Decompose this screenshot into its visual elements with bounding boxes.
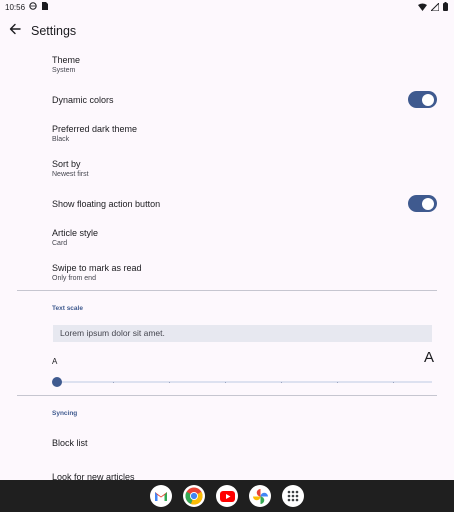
- slider-thumb[interactable]: [52, 377, 62, 387]
- text-scale-sample: Lorem ipsum dolor sit amet.: [53, 325, 432, 342]
- photos-icon[interactable]: [249, 485, 271, 507]
- section-header-text-scale: Text scale: [52, 305, 83, 312]
- wifi-icon: [418, 3, 427, 13]
- pref-title: Sort by: [52, 159, 81, 169]
- large-a-label: A: [424, 349, 435, 366]
- pref-summary: Black: [52, 136, 70, 143]
- text-scale-slider[interactable]: [52, 376, 432, 388]
- pref-title: Preferred dark theme: [52, 124, 138, 134]
- pref-summary: Card: [52, 240, 68, 247]
- pref-summary: Newest first: [52, 171, 89, 178]
- pref-title: Block list: [52, 438, 88, 448]
- slider-tick: [393, 381, 394, 383]
- pref-title: Show floating action button: [52, 199, 161, 209]
- switch-knob: [422, 93, 434, 106]
- pref-swipe[interactable]: Swipe to mark as read Only from end: [52, 263, 442, 284]
- slider-tick: [225, 381, 226, 383]
- signal-icon: [429, 1, 440, 13]
- switch-knob: [422, 197, 434, 210]
- fab-switch[interactable]: [408, 195, 437, 212]
- status-left: 10:56: [5, 2, 49, 12]
- small-a-label: A: [52, 357, 58, 366]
- slider-tick: [337, 381, 338, 383]
- pref-block-list[interactable]: Block list: [52, 438, 442, 449]
- pref-title: Swipe to mark as read: [52, 263, 142, 273]
- youtube-icon[interactable]: [216, 485, 238, 507]
- vpn-icon: [29, 2, 37, 12]
- slider-tick: [281, 381, 282, 383]
- slider-tick: [169, 381, 170, 383]
- pref-summary: System: [52, 67, 76, 74]
- section-header-syncing: Syncing: [52, 410, 78, 417]
- page-title: Settings: [31, 24, 77, 38]
- status-right: [418, 1, 448, 13]
- pref-fab[interactable]: Show floating action button: [52, 199, 442, 210]
- dynamic-colors-switch[interactable]: [408, 91, 437, 108]
- taskbar: [0, 480, 454, 512]
- chrome-icon[interactable]: [183, 485, 205, 507]
- pref-article-style[interactable]: Article style Card: [52, 228, 442, 249]
- app-drawer-icon[interactable]: [282, 485, 304, 507]
- pref-theme[interactable]: Theme System: [52, 55, 442, 76]
- divider: [17, 395, 437, 396]
- pref-title: Article style: [52, 228, 99, 238]
- pref-title: Theme: [52, 55, 81, 65]
- pref-summary: Only from end: [52, 275, 96, 282]
- pref-title: Dynamic colors: [52, 95, 114, 105]
- pref-dynamic-colors[interactable]: Dynamic colors: [52, 95, 442, 106]
- top-app-bar: Settings: [0, 14, 454, 48]
- slider-tick: [113, 381, 114, 383]
- arrow-back-icon: [9, 22, 21, 40]
- sim-card-icon: [41, 2, 49, 12]
- pref-sort-by[interactable]: Sort by Newest first: [52, 159, 442, 180]
- back-button[interactable]: [6, 22, 24, 40]
- divider: [17, 290, 437, 291]
- status-time: 10:56: [5, 2, 26, 12]
- status-bar: 10:56: [0, 0, 454, 14]
- gmail-icon[interactable]: [150, 485, 172, 507]
- battery-icon: [443, 2, 448, 13]
- pref-dark-theme[interactable]: Preferred dark theme Black: [52, 124, 442, 145]
